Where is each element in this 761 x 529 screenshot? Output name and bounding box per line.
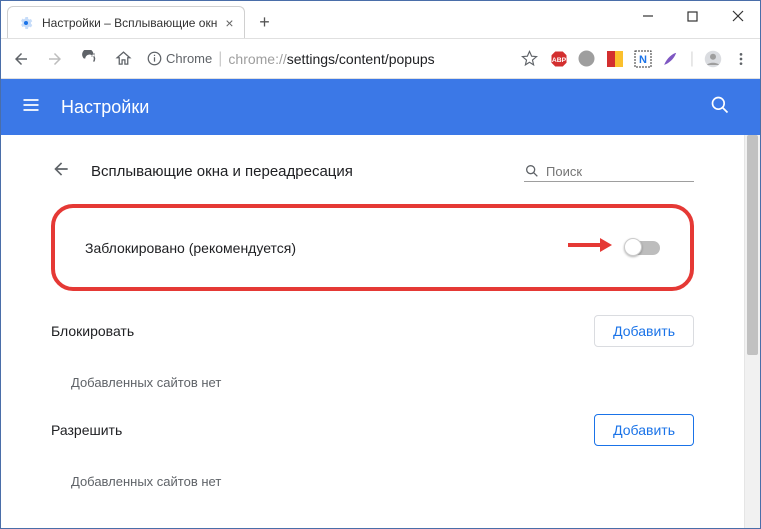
svg-text:N: N — [639, 54, 647, 66]
profile-icon[interactable] — [704, 50, 722, 68]
back-arrow-icon[interactable] — [51, 159, 71, 184]
allow-empty-message: Добавленных сайтов нет — [51, 474, 694, 489]
popups-toggle[interactable] — [626, 241, 660, 255]
minimize-button[interactable] — [625, 1, 670, 31]
svg-text:ABP: ABP — [552, 57, 567, 64]
address-bar: Chrome | chrome://settings/content/popup… — [1, 39, 760, 79]
page-title: Настройки — [61, 97, 149, 118]
annotation-arrow-icon — [566, 236, 612, 259]
block-empty-message: Добавленных сайтов нет — [51, 375, 694, 390]
extension-icon-grey[interactable] — [578, 50, 596, 68]
allow-section: Разрешить Добавить Добавленных сайтов не… — [51, 414, 694, 489]
feather-icon[interactable] — [662, 50, 680, 68]
scrollbar-thumb[interactable] — [747, 135, 758, 355]
forward-button[interactable] — [41, 45, 69, 73]
toggle-label: Заблокировано (рекомендуется) — [85, 240, 296, 256]
close-window-button[interactable] — [715, 1, 760, 31]
window-controls — [625, 1, 760, 31]
search-icon[interactable] — [710, 95, 730, 120]
section-heading: Всплывающие окна и переадресация — [91, 163, 504, 180]
subheader: Всплывающие окна и переадресация — [51, 145, 694, 194]
site-info-icon[interactable]: Chrome — [147, 51, 212, 66]
search-field[interactable] — [524, 161, 694, 182]
scrollbar[interactable] — [744, 135, 760, 528]
search-input[interactable] — [546, 164, 686, 179]
star-icon[interactable] — [516, 45, 544, 73]
extension-icons: ABP N | — [550, 50, 754, 68]
add-block-button[interactable]: Добавить — [594, 315, 694, 347]
block-section-title: Блокировать — [51, 323, 134, 339]
adblock-icon[interactable]: ABP — [550, 50, 568, 68]
tab-title: Настройки – Всплывающие окн — [42, 16, 217, 30]
add-allow-button[interactable]: Добавить — [594, 414, 694, 446]
url-text: chrome://settings/content/popups — [228, 51, 434, 67]
browser-tab[interactable]: Настройки – Всплывающие окн × — [7, 6, 245, 38]
settings-content: Всплывающие окна и переадресация Заблоки… — [1, 135, 744, 528]
block-section: Блокировать Добавить Добавленных сайтов … — [51, 315, 694, 390]
omnibox[interactable]: Chrome | chrome://settings/content/popup… — [143, 45, 510, 73]
hamburger-icon[interactable] — [21, 95, 41, 120]
reload-button[interactable] — [75, 45, 103, 73]
popups-toggle-row: Заблокировано (рекомендуется) — [51, 204, 694, 291]
secure-label: Chrome — [166, 51, 212, 66]
gear-icon — [18, 15, 34, 31]
settings-header: Настройки — [1, 79, 760, 135]
allow-section-title: Разрешить — [51, 422, 122, 438]
maximize-button[interactable] — [670, 1, 715, 31]
extension-icon-n[interactable]: N — [634, 50, 652, 68]
extension-icon-yandex[interactable] — [606, 50, 624, 68]
back-button[interactable] — [7, 45, 35, 73]
window-titlebar: Настройки – Всплывающие окн × + — [1, 1, 760, 39]
menu-icon[interactable] — [732, 50, 750, 68]
home-button[interactable] — [109, 45, 137, 73]
close-icon[interactable]: × — [225, 15, 233, 31]
search-icon — [524, 163, 540, 179]
new-tab-button[interactable]: + — [251, 8, 279, 36]
